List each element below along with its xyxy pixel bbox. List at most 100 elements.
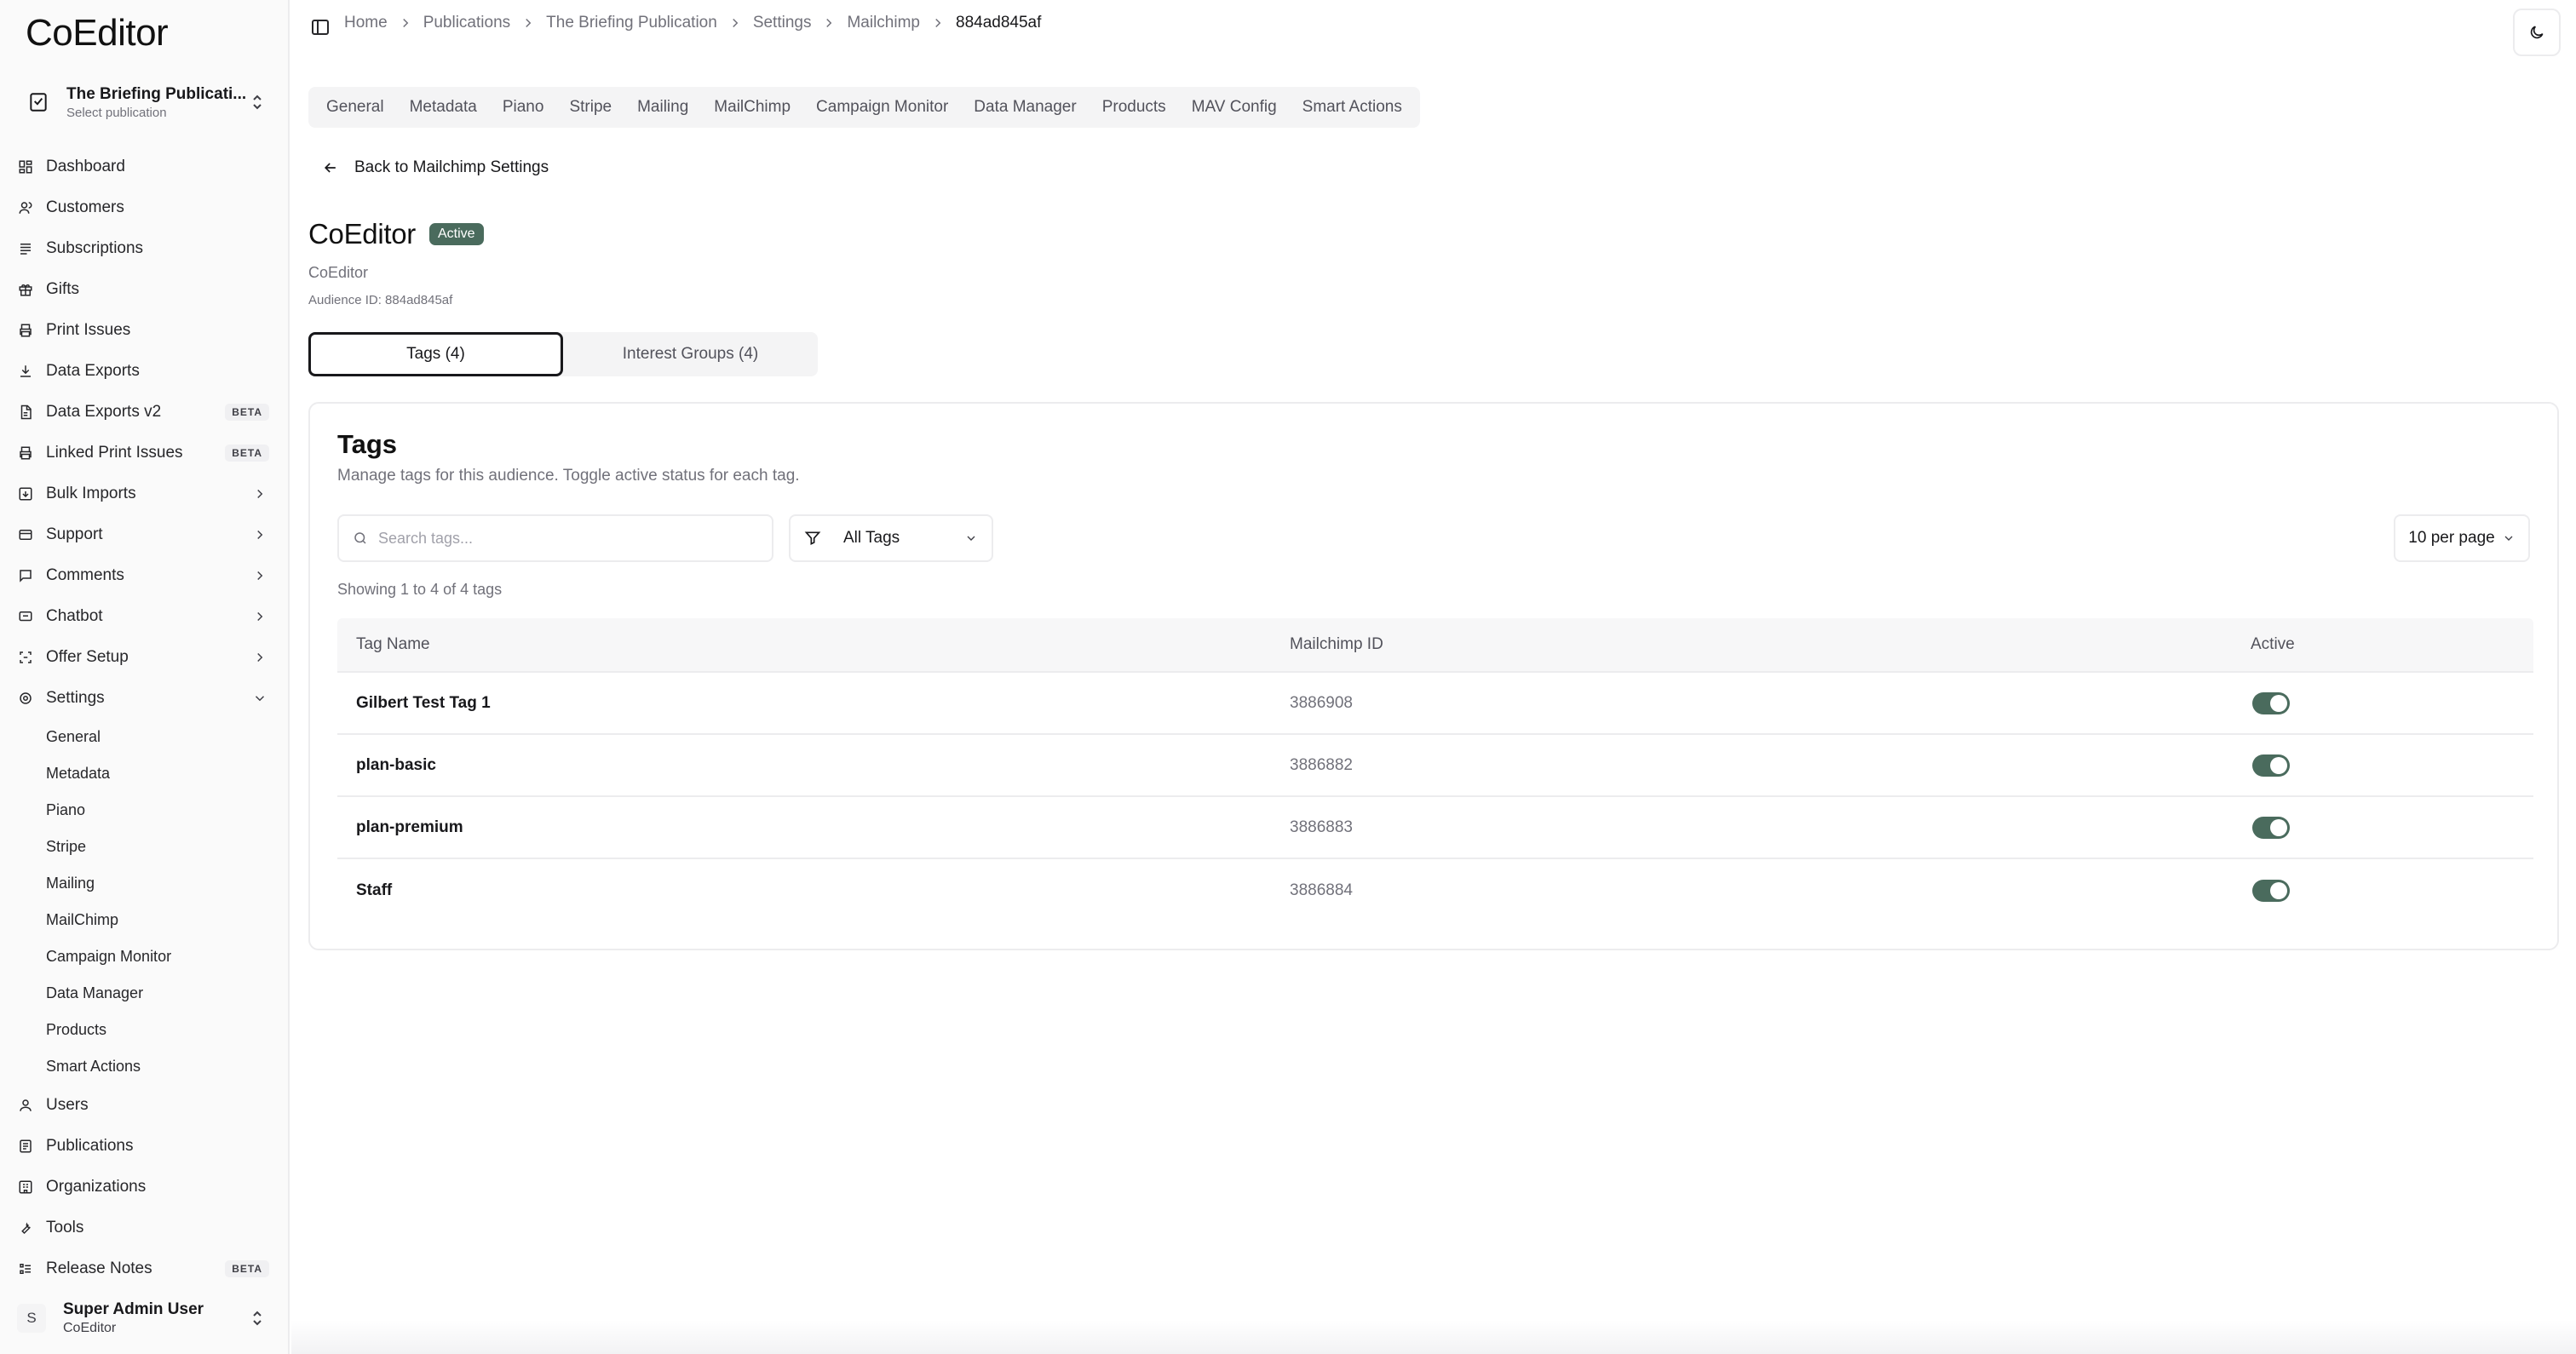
column-header-mailchimp-id: Mailchimp ID [1290,635,1383,653]
chevron-right-icon [257,571,263,581]
subnav-item-data-manager[interactable]: Data Manager [46,975,276,1012]
user-name: Super Admin User [63,1300,204,1318]
tab-campaign-monitor[interactable]: Campaign Monitor [803,90,961,124]
sidebar-item-publications[interactable]: Publications [15,1126,276,1167]
per-page-select[interactable]: 10 per page [2394,514,2530,562]
active-toggle[interactable] [2252,879,2290,902]
theme-toggle-button[interactable] [2513,9,2561,56]
tab-metadata[interactable]: Metadata [397,90,490,124]
subnav-item-general[interactable]: General [46,719,276,755]
sidebar-item-data-exports[interactable]: Data Exports [15,351,276,392]
tab-smart-actions[interactable]: Smart Actions [1290,90,1415,124]
settings-tabs: General Metadata Piano Stripe Mailing Ma… [308,87,1420,128]
sidebar-nav: Dashboard Customers Subscriptions Gifts … [15,146,276,1289]
sidebar-item-linked-print-issues[interactable]: Linked Print Issues BETA [15,433,276,473]
tab-interest-groups[interactable]: Interest Groups (4) [563,332,818,376]
table-row: plan-basic 3886882 [337,735,2533,797]
tab-general[interactable]: General [313,90,397,124]
breadcrumb-publications[interactable]: Publications [423,14,510,32]
column-header-tag-name: Tag Name [356,635,430,653]
subnav-item-mailing[interactable]: Mailing [46,865,276,902]
sidebar-item-settings[interactable]: Settings [15,678,276,719]
publication-icon [24,88,53,117]
user-menu[interactable]: S Super Admin User CoEditor [17,1293,273,1344]
sidebar-item-data-exports-v2[interactable]: Data Exports v2 BETA [15,392,276,433]
subnav-item-metadata[interactable]: Metadata [46,755,276,792]
breadcrumb-home[interactable]: Home [344,14,388,32]
tab-tags[interactable]: Tags (4) [308,332,563,376]
tab-products[interactable]: Products [1090,90,1179,124]
sidebar-item-subscriptions[interactable]: Subscriptions [15,228,276,269]
sidebar-item-bulk-imports[interactable]: Bulk Imports [15,473,276,514]
search-icon [354,532,366,544]
tab-mailchimp[interactable]: MailChimp [701,90,803,124]
table-row: plan-premium 3886883 [337,797,2533,859]
tab-stripe[interactable]: Stripe [556,90,624,124]
filter-icon [804,531,821,546]
subnav-item-stripe[interactable]: Stripe [46,829,276,865]
subnav-item-products[interactable]: Products [46,1012,276,1048]
subnav-item-smart-actions[interactable]: Smart Actions [46,1048,276,1085]
sidebar-item-users[interactable]: Users [15,1085,276,1126]
back-button[interactable]: Back to Mailchimp Settings [322,158,549,177]
sidebar-item-label: Offer Setup [46,648,129,666]
audience-id: Audience ID: 884ad845af [308,293,453,307]
sidebar-item-customers[interactable]: Customers [15,187,276,228]
sidebar-item-label: Publications [46,1137,134,1155]
gift-icon [17,281,34,298]
sidebar-item-label: Subscriptions [46,239,144,257]
breadcrumb: Home Publications The Briefing Publicati… [344,14,1041,32]
offer-icon [17,649,34,666]
tag-name: plan-premium [356,818,463,836]
sidebar-item-support[interactable]: Support [15,514,276,555]
sidebar-item-label: Comments [46,566,124,584]
printer-icon [17,445,34,462]
sidebar-item-print-issues[interactable]: Print Issues [15,310,276,351]
sidebar-item-gifts[interactable]: Gifts [15,269,276,310]
comment-icon [17,567,34,584]
publication-switcher[interactable]: The Briefing Publicati... Select publica… [17,77,273,128]
tab-piano[interactable]: Piano [490,90,557,124]
release-notes-icon [17,1260,34,1277]
active-toggle[interactable] [2252,691,2290,714]
subnav-item-campaign-monitor[interactable]: Campaign Monitor [46,938,276,975]
chevrons-up-down-icon [253,95,262,110]
sidebar-item-organizations[interactable]: Organizations [15,1167,276,1208]
download-icon [17,363,34,380]
tag-filter-select[interactable]: All Tags [789,514,993,562]
sidebar-item-label: Support [46,525,103,543]
avatar: S [17,1304,46,1333]
chevron-down-icon [2504,536,2513,541]
sidebar-item-release-notes[interactable]: Release Notes BETA [15,1248,276,1289]
sidebar-item-label: Bulk Imports [46,485,136,502]
breadcrumb-current: 884ad845af [956,14,1042,32]
import-icon [17,485,34,502]
subnav-item-piano[interactable]: Piano [46,792,276,829]
sidebar-toggle-icon[interactable] [310,17,331,37]
user-icon [17,1097,34,1114]
active-toggle[interactable] [2252,816,2290,839]
sidebar-item-offer-setup[interactable]: Offer Setup [15,637,276,678]
active-toggle[interactable] [2252,754,2290,777]
search-field [337,514,773,562]
breadcrumb-mailchimp[interactable]: Mailchimp [847,14,920,32]
sidebar-item-comments[interactable]: Comments [15,555,276,596]
sidebar-item-dashboard[interactable]: Dashboard [15,146,276,187]
tab-mav-config[interactable]: MAV Config [1179,90,1290,124]
tag-name: Staff [356,881,393,899]
search-input[interactable] [378,529,736,548]
sidebar-item-chatbot[interactable]: Chatbot [15,596,276,637]
user-org: CoEditor [63,1321,117,1335]
sidebar-item-tools[interactable]: Tools [15,1208,276,1248]
tab-data-manager[interactable]: Data Manager [961,90,1089,124]
tab-mailing[interactable]: Mailing [624,90,701,124]
customers-icon [17,199,34,216]
tags-card: Tags Manage tags for this audience. Togg… [308,402,2559,950]
breadcrumb-publication[interactable]: The Briefing Publication [546,14,717,32]
subscriptions-icon [17,240,34,257]
breadcrumb-settings[interactable]: Settings [753,14,812,32]
sidebar-item-label: Organizations [46,1178,147,1196]
audience-subtitle: CoEditor [308,264,369,281]
subnav-item-mailchimp[interactable]: MailChimp [46,902,276,938]
back-label: Back to Mailchimp Settings [354,158,549,176]
